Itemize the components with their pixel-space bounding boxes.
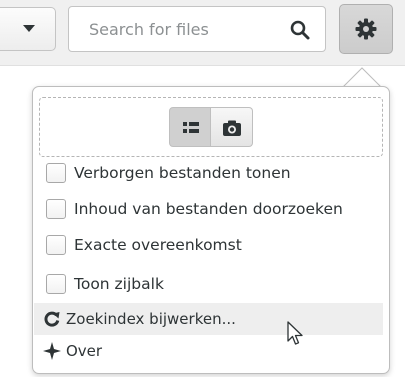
header-bar xyxy=(0,0,405,66)
option-label: Toon zijbalk xyxy=(74,275,164,293)
menu-item-update-search-index[interactable]: Zoekindex bijwerken... xyxy=(34,303,383,335)
caret-down-icon xyxy=(23,25,35,32)
option-exact-match[interactable]: Exacte overeenkomst xyxy=(46,228,386,262)
popover-arrow xyxy=(342,67,382,88)
mouse-pointer-icon xyxy=(287,321,303,345)
option-label: Inhoud van bestanden doorzoeken xyxy=(74,200,343,218)
option-search-file-contents[interactable]: Inhoud van bestanden doorzoeken xyxy=(46,192,386,226)
list-view-toggle-button[interactable] xyxy=(169,107,211,147)
sparkle-icon xyxy=(42,341,62,361)
menu-item-label: Over xyxy=(66,342,103,360)
settings-popover: Verborgen bestanden tonen Inhoud van bes… xyxy=(32,86,390,374)
location-dropdown-button[interactable] xyxy=(0,7,56,51)
option-label: Exacte overeenkomst xyxy=(74,236,242,254)
show-hidden-files-checkbox[interactable] xyxy=(46,163,66,183)
list-view-icon xyxy=(183,122,199,133)
search-file-contents-checkbox[interactable] xyxy=(46,199,66,219)
menu-item-about[interactable]: Over xyxy=(34,335,383,367)
exact-match-checkbox[interactable] xyxy=(46,235,66,255)
view-toggle-area xyxy=(39,97,383,157)
search-icon[interactable] xyxy=(289,19,311,41)
app-window: Verborgen bestanden tonen Inhoud van bes… xyxy=(0,0,405,377)
option-show-sidebar[interactable]: Toon zijbalk xyxy=(46,267,386,301)
search-input[interactable] xyxy=(69,7,279,51)
menu-item-label: Zoekindex bijwerken... xyxy=(66,310,236,328)
image-preview-toggle-button[interactable] xyxy=(211,107,253,147)
search-box[interactable] xyxy=(68,6,326,52)
view-toggle-group xyxy=(169,107,253,147)
option-show-hidden-files[interactable]: Verborgen bestanden tonen xyxy=(46,156,386,190)
settings-menu-button[interactable] xyxy=(339,4,393,54)
show-sidebar-checkbox[interactable] xyxy=(46,274,66,294)
gear-icon xyxy=(355,18,377,40)
option-label: Verborgen bestanden tonen xyxy=(74,164,291,182)
refresh-icon xyxy=(42,309,62,329)
camera-icon xyxy=(223,120,241,136)
